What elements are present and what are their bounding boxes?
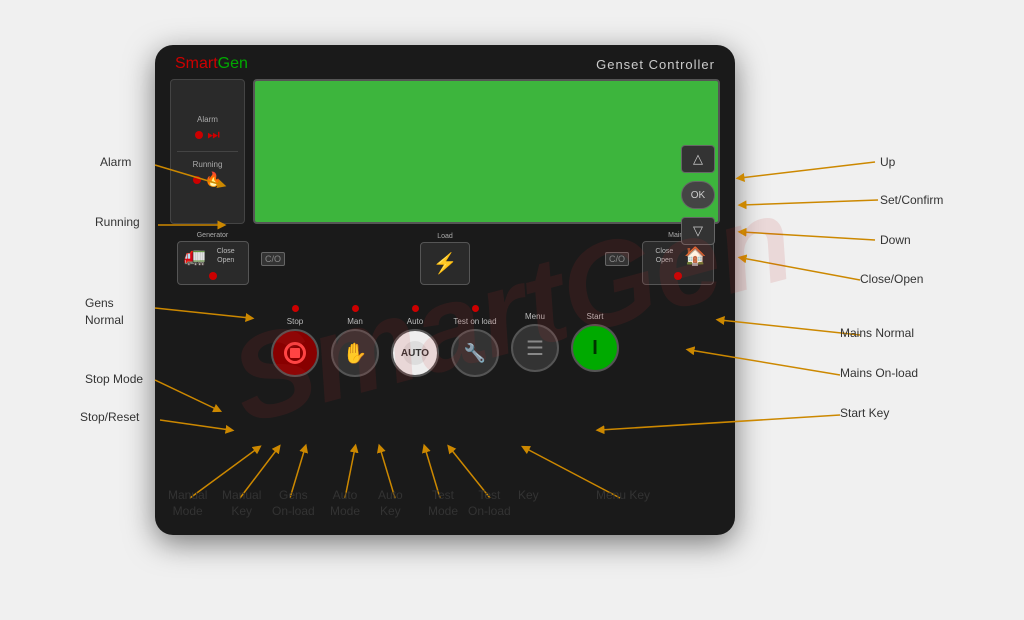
gens-onload-annotation: GensOn-load: [272, 488, 315, 519]
lcd-display: [253, 79, 720, 224]
ok-button[interactable]: OK: [681, 181, 715, 209]
test-label: Test on load: [453, 317, 496, 326]
man-label: Man: [347, 317, 363, 326]
auto-icon: AUTO: [403, 341, 427, 365]
running-icon: 🔥: [205, 171, 222, 188]
indicators-panel: Alarm ⏭ Running 🔥: [170, 79, 245, 224]
stop-indicator: [292, 305, 299, 312]
test-indicator: [472, 305, 479, 312]
alarm-annotation: Alarm: [100, 155, 131, 169]
gen-co-label: Close Open: [210, 248, 242, 265]
stop-icon: [284, 342, 306, 364]
auto-button[interactable]: AUTO: [391, 329, 439, 377]
set-confirm-annotation: Set/Confirm: [880, 193, 943, 207]
running-annotation: Running: [95, 215, 140, 229]
menu-label: Menu: [525, 312, 545, 321]
alarm-red-dot: [195, 131, 203, 139]
up-button[interactable]: △: [681, 145, 715, 173]
middle-section: Generator 🚛 Close Open C/O Load ⚡ C/O Ma…: [155, 224, 735, 293]
start-icon: I: [592, 337, 598, 360]
mains-icon: 🏠: [684, 246, 706, 267]
start-label: Start: [587, 312, 604, 321]
menu-group: Menu ☰: [511, 310, 559, 372]
gens-normal-annotation: GensNormal: [85, 295, 124, 329]
manual-indicator: [352, 305, 359, 312]
test-icon: 🔧: [464, 343, 486, 364]
down-button[interactable]: ▽: [681, 217, 715, 245]
down-annotation: Down: [880, 233, 911, 247]
start-key-annotation: Start Key: [840, 406, 889, 420]
auto-label: Auto: [407, 317, 423, 326]
manual-key-annotation: ManualKey: [222, 488, 261, 519]
generator-box: 🚛 Close Open: [177, 241, 249, 285]
test-group: Test on load 🔧: [451, 305, 499, 377]
running-icons: 🔥: [177, 171, 238, 188]
alarm-icons: ⏭: [177, 126, 238, 143]
brand-smart: Smart: [175, 55, 218, 72]
menu-icon: ☰: [526, 336, 544, 361]
stop-reset-annotation: Stop/Reset: [80, 410, 139, 424]
stop-mode-annotation: Stop Mode: [85, 372, 143, 386]
start-button[interactable]: I: [571, 324, 619, 372]
brand-gen: Gen: [218, 55, 248, 72]
manual-mode-annotation: ManualMode: [168, 488, 207, 519]
generator-contactor: Generator 🚛 Close Open: [170, 232, 255, 285]
hand-icon: ✋: [343, 341, 368, 366]
mains-normal-annotation: Mains Normal: [840, 326, 914, 340]
panel-header: SmartGen Genset Controller: [155, 45, 735, 79]
alarm-indicator: Alarm ⏭: [177, 115, 238, 143]
alarm-icon: ⏭: [207, 126, 220, 143]
display-section: Alarm ⏭ Running 🔥: [155, 79, 735, 224]
stop-mode-label: Stop: [287, 317, 303, 326]
nav-buttons: △ OK ▽: [681, 145, 715, 245]
indicator-divider: [177, 151, 238, 152]
mains-co-label: Close Open: [649, 248, 681, 265]
mains-co-button[interactable]: C/O: [605, 252, 629, 266]
generator-inner: 🚛 Close Open: [184, 246, 242, 267]
buttons-row: Stop Man ✋ Auto AUTO Test on load: [155, 293, 735, 385]
manual-button[interactable]: ✋: [331, 329, 379, 377]
running-red-dot: [193, 176, 201, 184]
test-mode-annotation: TestMode: [428, 488, 458, 519]
auto-mode-annotation: AutoMode: [330, 488, 360, 519]
test-onload-annotation: TestOn-load: [468, 488, 511, 519]
auto-key-annotation: AutoKey: [378, 488, 403, 519]
mains-co-indicator: [674, 272, 682, 280]
load-group: Load ⚡: [291, 233, 599, 285]
gen-co-button[interactable]: C/O: [261, 252, 285, 266]
controller-panel: SmartGen Genset Controller Alarm ⏭ Runni…: [155, 45, 735, 535]
generator-icon: 🚛: [184, 246, 206, 267]
stop-button[interactable]: [271, 329, 319, 377]
load-label: Load: [437, 233, 453, 240]
mains-onload-annotation: Mains On-load: [840, 366, 918, 380]
brand-logo: SmartGen: [175, 55, 248, 73]
menu-key-annotation: Menu Key: [596, 488, 650, 504]
auto-indicator: [412, 305, 419, 312]
stop-group: Stop: [271, 305, 319, 377]
start-group: Start I: [571, 310, 619, 372]
panel-title: Genset Controller: [596, 57, 715, 72]
close-open-annotation: Close/Open: [860, 272, 923, 286]
gen-co-indicator: [209, 272, 217, 280]
manual-group: Man ✋: [331, 305, 379, 377]
mains-inner: Close Open 🏠: [649, 246, 707, 267]
running-indicator: Running 🔥: [177, 160, 238, 188]
test-button[interactable]: 🔧: [451, 329, 499, 377]
up-annotation: Up: [880, 155, 895, 169]
auto-group: Auto AUTO: [391, 305, 439, 377]
running-label: Running: [177, 160, 238, 169]
test-onload-key-annotation: Key: [518, 488, 539, 504]
mains-box: Close Open 🏠: [642, 241, 714, 285]
menu-button[interactable]: ☰: [511, 324, 559, 372]
alarm-label: Alarm: [177, 115, 238, 124]
generator-label: Generator: [197, 232, 229, 239]
load-box: ⚡: [420, 242, 471, 285]
